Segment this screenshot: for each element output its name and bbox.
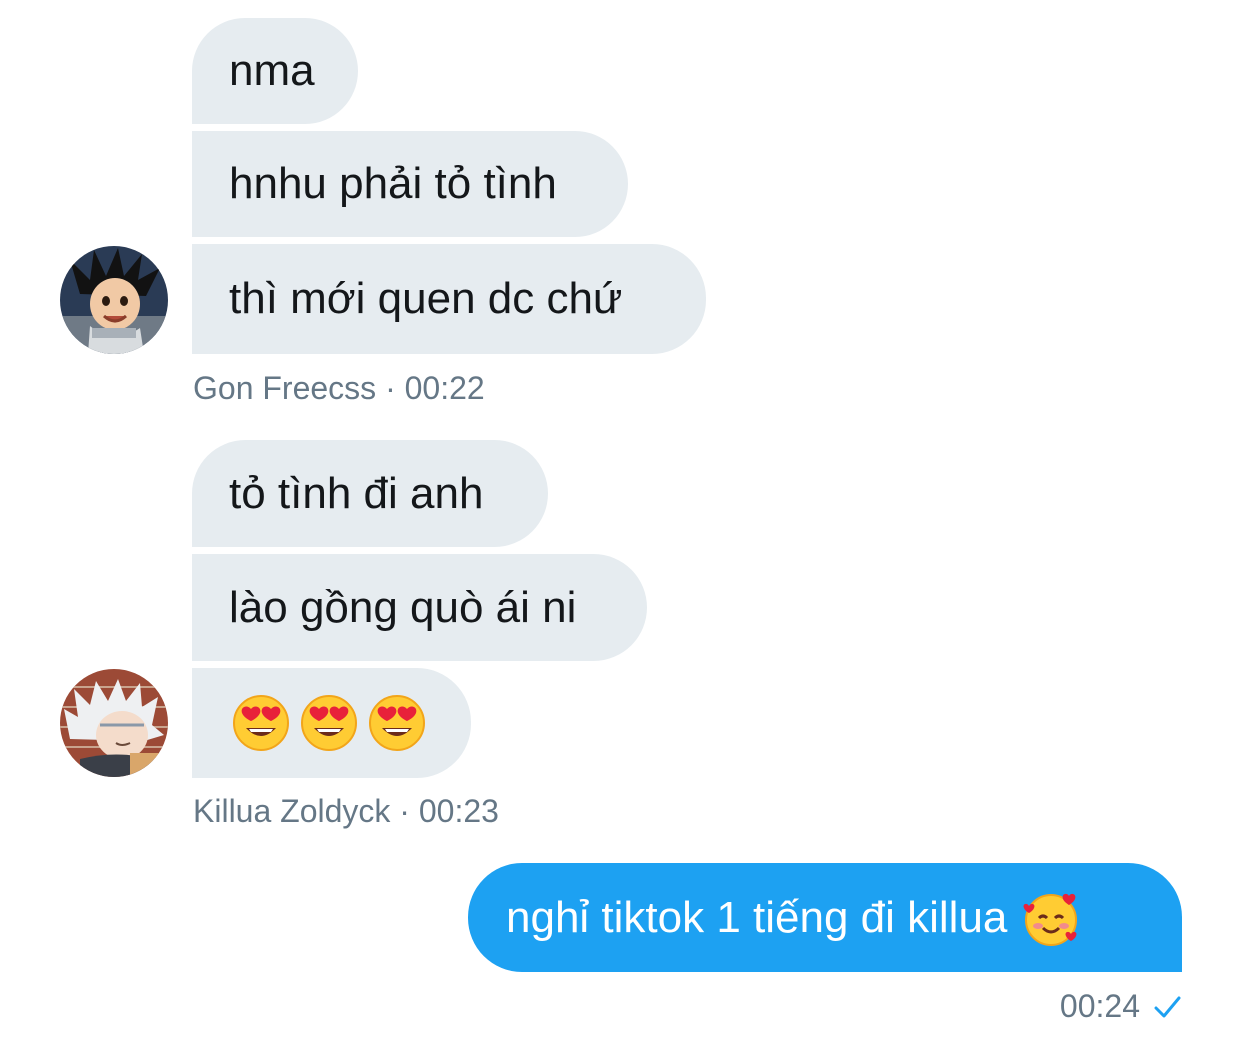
killua-avatar-icon[interactable] xyxy=(60,669,168,777)
sender-meta: Gon Freecss · 00:22 xyxy=(193,370,485,407)
message-time: 00:24 xyxy=(1059,988,1140,1024)
checkmark-icon xyxy=(1152,992,1182,1022)
meta-separator: · xyxy=(399,793,419,829)
message-bubble[interactable]: nma xyxy=(192,18,358,124)
message-bubble[interactable]: hnhu phải tỏ tình xyxy=(192,131,628,237)
sender-name: Killua Zoldyck xyxy=(193,793,391,829)
emoji-message-bubble[interactable] xyxy=(192,668,471,778)
message-text: nghỉ tiktok 1 tiếng đi killua xyxy=(506,892,1008,942)
smiling-face-with-hearts-emoji xyxy=(1021,888,1081,948)
message-bubble[interactable]: tỏ tình đi anh xyxy=(192,440,548,547)
meta-separator: · xyxy=(385,370,405,406)
message-text: nma xyxy=(229,46,315,95)
message-text: thì mới quen dc chứ xyxy=(229,274,623,323)
message-bubble[interactable]: thì mới quen dc chứ xyxy=(192,244,706,354)
outgoing-meta: 00:24 xyxy=(1060,988,1182,1025)
heart-eyes-emoji xyxy=(232,694,290,752)
heart-eyes-emoji xyxy=(368,694,426,752)
outgoing-message-bubble[interactable]: nghỉ tiktok 1 tiếng đi killua xyxy=(468,863,1182,972)
gon-avatar-icon[interactable] xyxy=(60,246,168,354)
message-time: 00:23 xyxy=(418,793,499,829)
message-text: hnhu phải tỏ tình xyxy=(229,159,557,208)
message-time: 00:22 xyxy=(404,370,485,406)
message-bubble[interactable]: lào gồng quò ái ni xyxy=(192,554,647,661)
sender-name: Gon Freecss xyxy=(193,370,377,406)
message-text: lào gồng quò ái ni xyxy=(229,582,577,632)
heart-eyes-emoji xyxy=(300,694,358,752)
message-text: tỏ tình đi anh xyxy=(229,468,484,518)
sender-meta: Killua Zoldyck · 00:23 xyxy=(193,793,499,830)
